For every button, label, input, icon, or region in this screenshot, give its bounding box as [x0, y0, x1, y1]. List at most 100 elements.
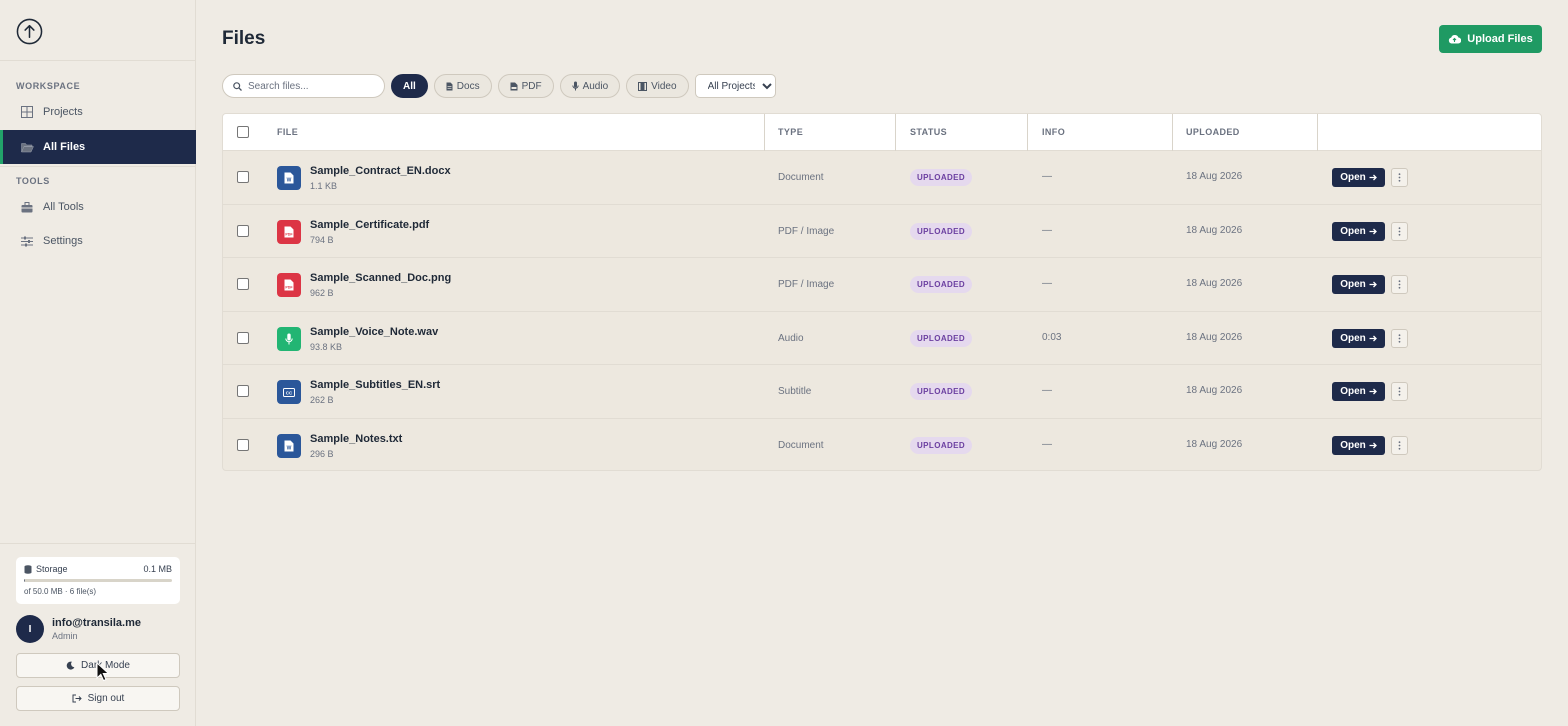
column-divider: [1172, 114, 1173, 151]
upload-date: 18 Aug 2026: [1186, 278, 1243, 290]
upload-files-label: Upload Files: [1467, 33, 1533, 45]
table-body: W Sample_Contract_EN.docx 1.1 KB Documen…: [223, 151, 1541, 470]
filter-chip-video[interactable]: Video: [626, 74, 689, 98]
document-icon: [446, 82, 453, 90]
status-badge: UPLOADED: [910, 276, 973, 294]
file-info: —: [1042, 385, 1052, 397]
sidebar-item-projects[interactable]: Projects: [0, 95, 196, 129]
sign-out-button[interactable]: Sign out: [16, 686, 180, 711]
arrow-right-icon: [1369, 281, 1377, 288]
more-options-button[interactable]: [1391, 328, 1408, 348]
filter-chip-audio[interactable]: Audio: [559, 74, 621, 98]
search-input[interactable]: [248, 80, 378, 92]
sidebar-item-all-files[interactable]: All Files: [0, 130, 196, 164]
table-row[interactable]: PDF Sample_Certificate.pdf 794 B PDF / I…: [223, 205, 1541, 259]
column-header-uploaded[interactable]: UPLOADED: [1186, 114, 1240, 151]
arrow-right-icon: [1369, 174, 1377, 181]
open-button[interactable]: Open: [1332, 382, 1385, 402]
table-row[interactable]: Sample_Voice_Note.wav 93.8 KB Audio UPLO…: [223, 312, 1541, 366]
sign-out-icon: [72, 694, 82, 703]
sidebar-item-settings[interactable]: Settings: [0, 224, 196, 258]
upload-date: 18 Aug 2026: [1186, 224, 1243, 236]
sidebar-item-label: All Tools: [43, 201, 84, 213]
row-checkbox[interactable]: [237, 331, 249, 344]
file-name[interactable]: Sample_Contract_EN.docx: [310, 165, 451, 177]
open-button[interactable]: Open: [1332, 168, 1385, 187]
row-checkbox[interactable]: [237, 224, 249, 237]
status-badge: UPLOADED: [910, 436, 973, 454]
grid-icon: [20, 105, 34, 119]
file-name[interactable]: Sample_Subtitles_EN.srt: [310, 379, 440, 391]
film-icon: [638, 81, 648, 91]
svg-text:W: W: [287, 445, 292, 451]
column-header-file[interactable]: FILE: [277, 114, 298, 151]
select-all-checkbox[interactable]: [237, 126, 249, 138]
column-divider: [1317, 114, 1318, 151]
open-label: Open: [1340, 386, 1366, 398]
open-button[interactable]: Open: [1332, 221, 1385, 241]
filter-chip-all[interactable]: All: [391, 74, 428, 98]
row-checkbox[interactable]: [237, 385, 249, 398]
avatar: I: [16, 615, 44, 643]
filter-toolbar: All Docs PDF Audio Video All Projects: [222, 74, 776, 98]
sidebar-divider: [0, 166, 196, 167]
kebab-menu-icon: [1398, 441, 1401, 450]
file-name[interactable]: Sample_Voice_Note.wav: [310, 326, 438, 338]
word-doc-icon: W: [277, 166, 301, 190]
chip-label: Video: [651, 80, 677, 92]
chip-label: PDF: [521, 80, 542, 92]
chip-label: Audio: [582, 80, 609, 92]
column-header-status[interactable]: STATUS: [910, 114, 947, 151]
file-name[interactable]: Sample_Notes.txt: [310, 433, 402, 445]
open-label: Open: [1340, 332, 1366, 344]
upload-logo-icon[interactable]: [16, 18, 43, 45]
storage-used: 0.1 MB: [143, 564, 172, 574]
open-button[interactable]: Open: [1332, 435, 1385, 455]
filter-chip-docs[interactable]: Docs: [433, 74, 492, 98]
column-header-type[interactable]: TYPE: [778, 114, 803, 151]
section-title-workspace: WORKSPACE: [16, 81, 81, 91]
word-doc-icon: W: [277, 433, 301, 458]
file-size: 1.1 KB: [310, 181, 338, 191]
table-row[interactable]: W Sample_Contract_EN.docx 1.1 KB Documen…: [223, 151, 1541, 205]
upload-files-button[interactable]: Upload Files: [1439, 25, 1542, 53]
pdf-file-icon: PDF: [277, 273, 301, 298]
search-icon: [233, 81, 242, 91]
more-options-button[interactable]: [1391, 435, 1408, 455]
status-badge: UPLOADED: [910, 169, 973, 186]
filter-chip-pdf[interactable]: PDF: [497, 74, 554, 98]
sidebar-item-label: All Files: [43, 141, 86, 153]
status-badge: UPLOADED: [910, 222, 973, 240]
file-name[interactable]: Sample_Scanned_Doc.png: [310, 272, 451, 284]
open-button[interactable]: Open: [1332, 328, 1385, 348]
arrow-right-icon: [1369, 335, 1377, 342]
row-checkbox[interactable]: [237, 278, 249, 291]
cloud-upload-icon: [1449, 34, 1462, 44]
table-row[interactable]: W Sample_Notes.txt 296 B Document UPLOAD…: [223, 419, 1541, 470]
file-type: Subtitle: [778, 386, 812, 398]
file-size: 962 B: [310, 288, 334, 299]
column-header-info[interactable]: INFO: [1042, 114, 1065, 151]
search-box: [222, 74, 385, 98]
sidebar: WORKSPACE Projects All Files TOOLS All T…: [0, 0, 196, 726]
file-type: Audio: [778, 332, 804, 344]
open-label: Open: [1340, 225, 1366, 237]
file-size: 794 B: [310, 234, 334, 245]
table-row[interactable]: PDF Sample_Scanned_Doc.png 962 B PDF / I…: [223, 258, 1541, 312]
row-checkbox[interactable]: [237, 171, 249, 183]
open-button[interactable]: Open: [1332, 275, 1385, 295]
user-profile: I info@transila.me Admin: [16, 614, 186, 644]
user-email: info@transila.me: [52, 617, 141, 629]
more-options-button[interactable]: [1391, 382, 1408, 402]
file-name[interactable]: Sample_Certificate.pdf: [310, 219, 429, 231]
more-options-button[interactable]: [1391, 275, 1408, 295]
project-select[interactable]: All Projects: [694, 74, 776, 98]
file-size: 296 B: [310, 448, 334, 459]
pdf-file-icon: PDF: [277, 219, 301, 244]
sidebar-item-all-tools[interactable]: All Tools: [0, 190, 196, 224]
open-label: Open: [1340, 172, 1366, 183]
more-options-button[interactable]: [1391, 168, 1408, 187]
table-row[interactable]: CC Sample_Subtitles_EN.srt 262 B Subtitl…: [223, 365, 1541, 419]
more-options-button[interactable]: [1391, 221, 1408, 241]
row-checkbox[interactable]: [237, 438, 249, 451]
